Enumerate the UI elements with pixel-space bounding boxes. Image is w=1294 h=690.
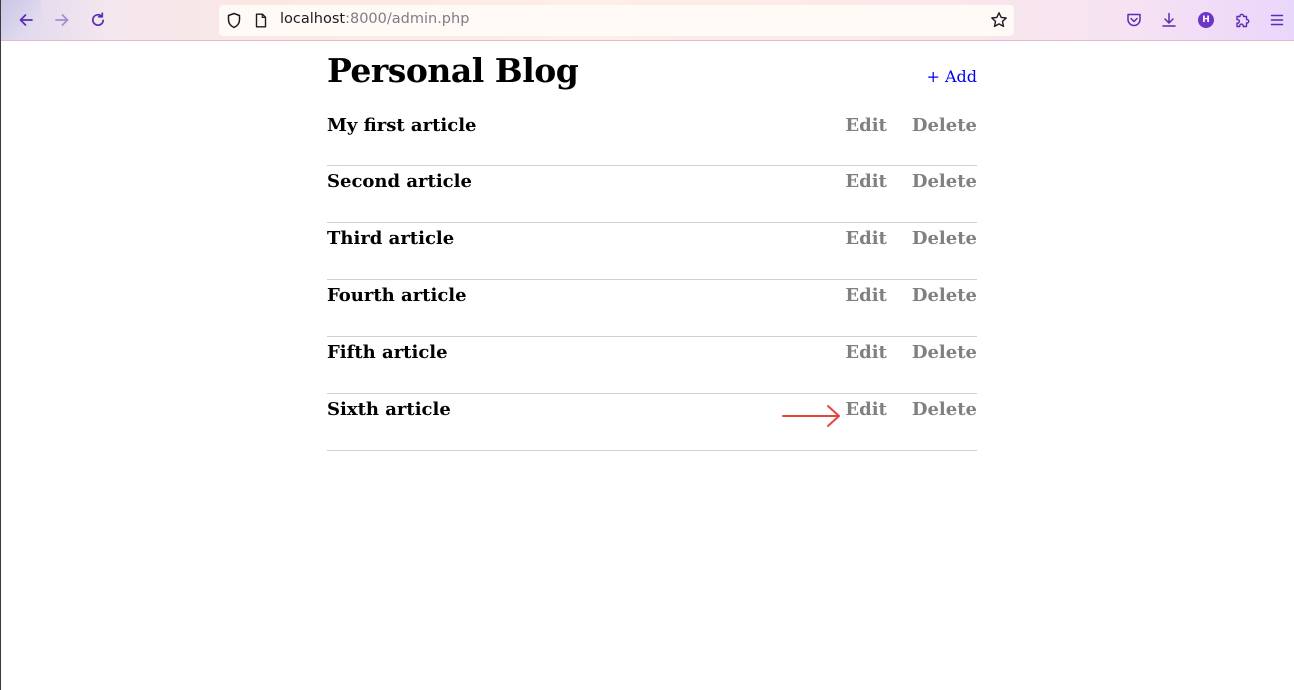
article-actions: Edit Delete [845, 399, 977, 420]
hamburger-menu-icon [1270, 14, 1284, 26]
article-actions: Edit Delete [845, 285, 977, 306]
article-actions: Edit Delete [845, 171, 977, 192]
delete-link[interactable]: Delete [912, 171, 977, 192]
download-icon [1162, 12, 1176, 27]
article-row: Fourth article Edit Delete [327, 280, 977, 337]
edit-link[interactable]: Edit [845, 228, 886, 249]
add-article-link[interactable]: + Add [926, 67, 977, 86]
reload-icon [92, 12, 105, 26]
puzzle-piece-icon [1235, 13, 1249, 27]
edit-link[interactable]: Edit [845, 171, 886, 192]
pocket-button[interactable] [1120, 6, 1148, 34]
page-header: Personal Blog + Add [327, 41, 977, 110]
back-arrow-icon [19, 14, 33, 26]
article-title: Sixth article [327, 399, 451, 420]
edit-link[interactable]: Edit [845, 399, 886, 420]
url-host: localhost [280, 11, 346, 27]
delete-link[interactable]: Delete [912, 228, 977, 249]
page-content: Personal Blog + Add My first article Edi… [327, 41, 977, 451]
article-title: Second article [327, 171, 472, 192]
downloads-button[interactable] [1155, 6, 1183, 34]
profile-avatar: H [1198, 12, 1214, 28]
bookmark-star-icon[interactable] [990, 11, 1008, 33]
back-button[interactable] [12, 6, 40, 34]
delete-link[interactable]: Delete [912, 285, 977, 306]
forward-arrow-icon [55, 14, 69, 26]
edit-link[interactable]: Edit [845, 115, 886, 136]
pocket-icon [1127, 13, 1141, 27]
page-info-icon[interactable] [254, 13, 268, 32]
browser-toolbar: localhost:8000/admin.php H [1, 0, 1294, 41]
url-text[interactable]: localhost:8000/admin.php [280, 11, 469, 27]
tracking-shield-icon[interactable] [226, 12, 242, 33]
address-bar[interactable]: localhost:8000/admin.php [219, 5, 1014, 36]
arrow-right-icon [782, 405, 840, 427]
forward-button[interactable] [48, 6, 76, 34]
article-row: Third article Edit Delete [327, 223, 977, 280]
article-row: Fifth article Edit Delete [327, 337, 977, 394]
page-title: Personal Blog [327, 51, 579, 90]
article-row: My first article Edit Delete [327, 110, 977, 166]
url-path: :8000/admin.php [345, 11, 470, 27]
article-actions: Edit Delete [845, 342, 977, 363]
article-list: My first article Edit Delete Second arti… [327, 110, 977, 451]
article-title: Fourth article [327, 285, 467, 306]
delete-link[interactable]: Delete [912, 115, 977, 136]
edit-link[interactable]: Edit [845, 285, 886, 306]
edit-link[interactable]: Edit [845, 342, 886, 363]
article-actions: Edit Delete [845, 115, 977, 136]
delete-link[interactable]: Delete [912, 342, 977, 363]
article-row: Second article Edit Delete [327, 166, 977, 223]
menu-button[interactable] [1263, 6, 1291, 34]
delete-link[interactable]: Delete [912, 399, 977, 420]
article-title: Fifth article [327, 342, 448, 363]
extensions-button[interactable] [1228, 6, 1256, 34]
account-button[interactable]: H [1192, 6, 1220, 34]
reload-button[interactable] [84, 6, 112, 34]
browser-window: localhost:8000/admin.php H Personal Blog… [0, 0, 1294, 690]
article-title: Third article [327, 228, 455, 249]
article-row: Sixth article Edit Delete [327, 394, 977, 451]
article-actions: Edit Delete [845, 228, 977, 249]
article-title: My first article [327, 115, 477, 136]
